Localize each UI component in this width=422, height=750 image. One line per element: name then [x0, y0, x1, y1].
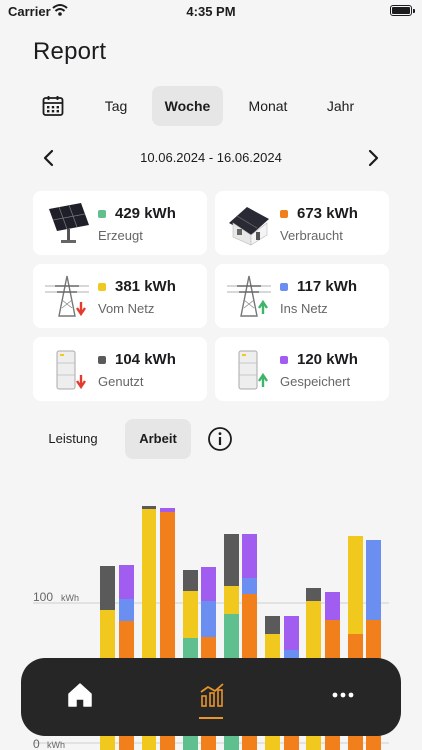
- bar: [183, 570, 198, 591]
- bar: [284, 616, 299, 650]
- bar: [183, 591, 198, 638]
- home-icon[interactable]: [65, 680, 95, 710]
- chart-icon[interactable]: [197, 680, 227, 710]
- battery-icon: [390, 5, 415, 16]
- tick-0-unit: kWh: [47, 740, 65, 750]
- bar: [100, 566, 115, 610]
- battery-storage-icon: [56, 350, 86, 390]
- used-color-dot: [98, 356, 106, 364]
- bar: [224, 586, 239, 614]
- card-produced[interactable]: 429 kWh Erzeugt: [33, 191, 207, 255]
- used-label: Genutzt: [98, 374, 144, 389]
- tab-year[interactable]: Jahr: [318, 86, 363, 126]
- tick-0: 0: [33, 737, 40, 750]
- used-value: 104 kWh: [115, 351, 176, 368]
- info-icon[interactable]: [207, 426, 233, 452]
- bar: [366, 540, 381, 620]
- solar-panel-icon: [49, 203, 89, 243]
- bar: [348, 536, 363, 634]
- battery-storage-icon: [238, 350, 268, 390]
- card-stored[interactable]: 120 kWh Gespeichert: [215, 337, 389, 401]
- card-to-grid[interactable]: 117 kWh Ins Netz: [215, 264, 389, 328]
- power-pylon-icon: [227, 275, 271, 317]
- tick-100: 100: [33, 590, 53, 604]
- calendar-icon[interactable]: [41, 94, 65, 118]
- chevron-right-icon[interactable]: [363, 148, 383, 168]
- bar: [325, 592, 340, 620]
- from-grid-label: Vom Netz: [98, 301, 155, 316]
- produced-value: 429 kWh: [115, 205, 176, 222]
- bar: [224, 534, 239, 586]
- to-grid-color-dot: [280, 283, 288, 291]
- tick-100-unit: kWh: [61, 593, 79, 603]
- bar: [119, 565, 134, 599]
- consumed-color-dot: [280, 210, 288, 218]
- mode-tabs: Leistung Arbeit: [33, 419, 273, 459]
- bar: [160, 508, 175, 512]
- date-navigator: 10.06.2024 - 16.06.2024: [33, 144, 389, 172]
- status-bar: Carrier 4:35 PM: [0, 0, 422, 24]
- bar: [201, 567, 216, 601]
- tab-power[interactable]: Leistung: [37, 419, 109, 459]
- produced-color-dot: [98, 210, 106, 218]
- bar: [265, 616, 280, 634]
- more-icon[interactable]: [328, 680, 358, 710]
- page-title: Report: [33, 38, 107, 65]
- bottom-nav: [21, 658, 401, 736]
- to-grid-label: Ins Netz: [280, 301, 328, 316]
- bar: [242, 534, 257, 578]
- power-pylon-icon: [45, 275, 89, 317]
- bar: [306, 588, 321, 601]
- card-from-grid[interactable]: 381 kWh Vom Netz: [33, 264, 207, 328]
- consumed-label: Verbraucht: [280, 228, 343, 243]
- to-grid-value: 117 kWh: [297, 278, 358, 295]
- bar: [142, 506, 156, 509]
- clock-label: 4:35 PM: [186, 4, 236, 19]
- produced-label: Erzeugt: [98, 228, 143, 243]
- tab-month[interactable]: Monat: [238, 86, 298, 126]
- date-range: 10.06.2024 - 16.06.2024: [140, 150, 282, 165]
- from-grid-color-dot: [98, 283, 106, 291]
- stored-color-dot: [280, 356, 288, 364]
- tab-day[interactable]: Tag: [91, 86, 141, 126]
- consumed-value: 673 kWh: [297, 205, 358, 222]
- house-icon: [229, 207, 269, 246]
- card-consumed[interactable]: 673 kWh Verbraucht: [215, 191, 389, 255]
- bar: [119, 599, 134, 621]
- active-tab-indicator: [199, 717, 223, 719]
- period-tabs: Tag Woche Monat Jahr: [33, 86, 393, 126]
- tab-energy[interactable]: Arbeit: [125, 419, 191, 459]
- from-grid-value: 381 kWh: [115, 278, 176, 295]
- bar: [201, 601, 216, 637]
- tab-week[interactable]: Woche: [152, 86, 223, 126]
- bar: [242, 578, 257, 594]
- stored-label: Gespeichert: [280, 374, 351, 389]
- card-used[interactable]: 104 kWh Genutzt: [33, 337, 207, 401]
- stored-value: 120 kWh: [297, 351, 358, 368]
